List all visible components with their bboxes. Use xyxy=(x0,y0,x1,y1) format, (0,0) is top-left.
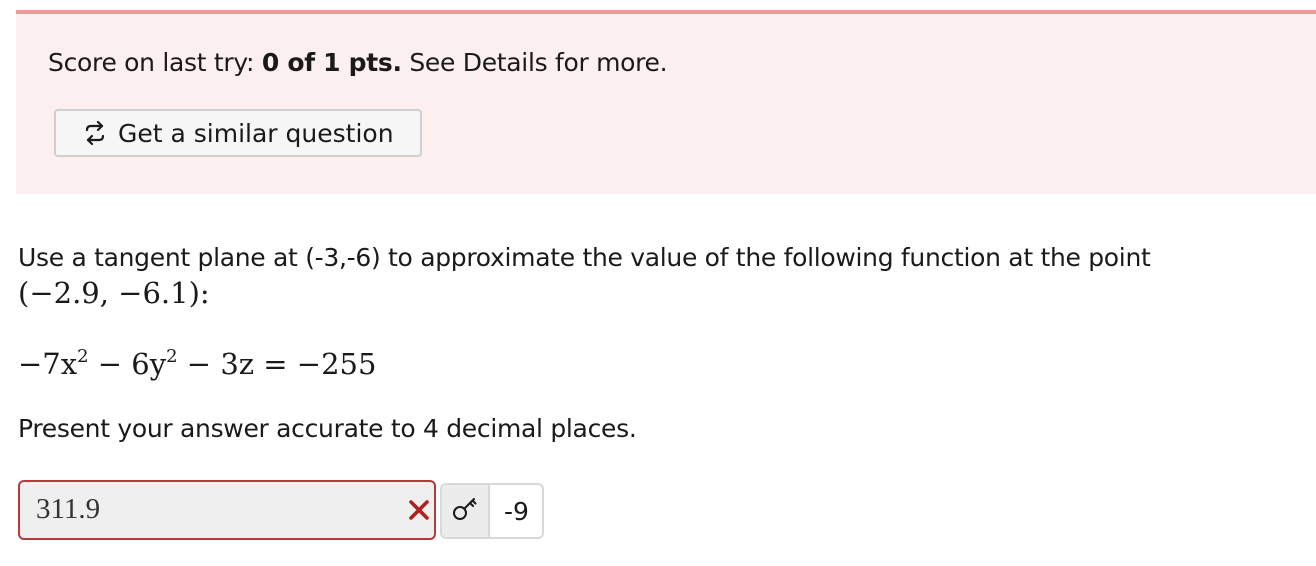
similar-question-label: Get a similar question xyxy=(118,118,394,148)
score-prefix: Score on last try: xyxy=(48,48,262,77)
function-equation: −7x2 − 6y2 − 3z = −255 xyxy=(18,346,376,381)
answer-input[interactable]: 311.9 xyxy=(18,480,436,540)
equation-term-x: −7x xyxy=(18,347,78,381)
score-summary: Score on last try: 0 of 1 pts. See Detai… xyxy=(48,48,668,77)
answer-instruction: Present your answer accurate to 4 decima… xyxy=(18,414,637,443)
equation-exponent-x: 2 xyxy=(77,346,89,367)
correct-answer-value: -9 xyxy=(504,497,529,526)
score-panel: Score on last try: 0 of 1 pts. See Detai… xyxy=(16,10,1316,194)
similar-question-button[interactable]: Get a similar question xyxy=(54,109,422,157)
score-value: 0 of 1 pts. xyxy=(261,48,402,77)
answer-key-group: -9 xyxy=(440,483,544,539)
equation-term-y: − 6y xyxy=(88,347,167,381)
question-text: Use a tangent plane at (-3,-6) to approx… xyxy=(18,243,1151,272)
wrong-x-icon xyxy=(406,497,432,523)
show-answer-key-button[interactable] xyxy=(442,485,490,537)
score-suffix: See Details for more. xyxy=(401,48,668,77)
retry-icon xyxy=(82,120,108,146)
key-icon xyxy=(450,494,480,528)
answer-value: 311.9 xyxy=(36,493,101,525)
question-point: (−2.9, −6.1): xyxy=(18,276,210,310)
equation-exponent-y: 2 xyxy=(166,346,178,367)
equation-term-z: − 3z = −255 xyxy=(177,347,377,381)
